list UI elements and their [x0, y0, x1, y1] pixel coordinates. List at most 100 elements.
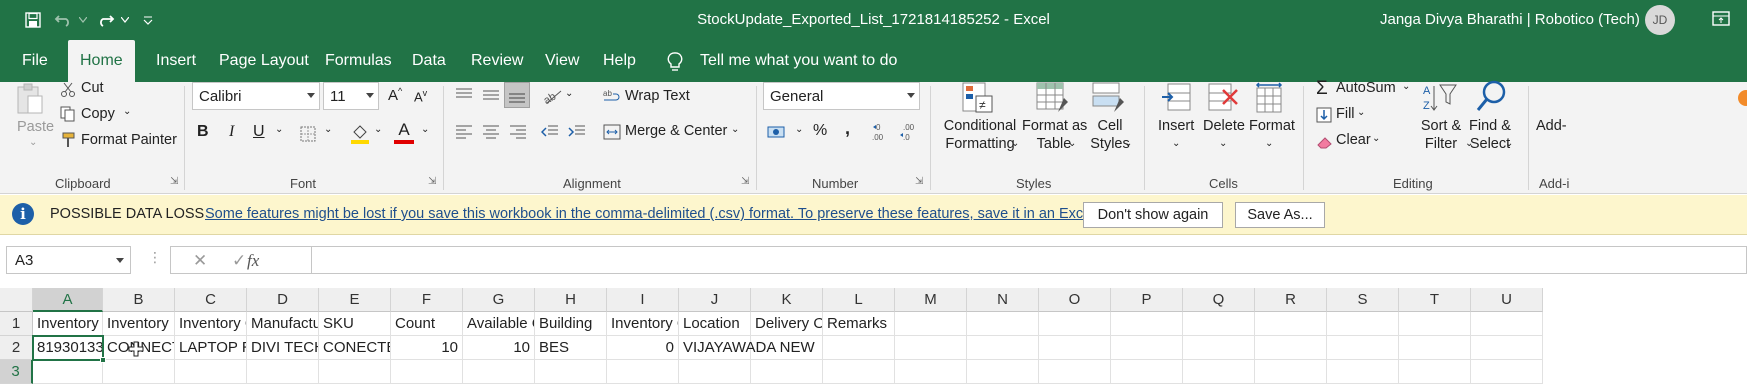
paste-button[interactable]: Paste — [17, 119, 54, 135]
cell-d3[interactable] — [247, 360, 319, 384]
cell-c1[interactable]: Inventory C — [175, 312, 247, 336]
format-as-table-dropdown-icon[interactable]: ⌄ — [1068, 138, 1076, 149]
decrease-decimal-icon[interactable]: .00.0 — [899, 122, 919, 142]
align-top-icon[interactable] — [455, 88, 473, 102]
save-as-button[interactable]: Save As... — [1235, 202, 1325, 228]
cell-q1[interactable] — [1183, 312, 1255, 336]
orientation-icon[interactable]: ab — [543, 87, 563, 105]
cell-a1[interactable]: Inventory — [33, 312, 103, 336]
message-text-link[interactable]: Some features might be lost if you save … — [205, 206, 1166, 222]
cell-t2[interactable] — [1399, 336, 1471, 360]
tab-file[interactable]: File — [22, 40, 48, 82]
align-bottom-button[interactable] — [504, 82, 530, 108]
cell-b3[interactable] — [103, 360, 175, 384]
column-header-a[interactable]: A — [33, 288, 103, 312]
insert-cells-dropdown-icon[interactable]: ⌄ — [1172, 138, 1180, 149]
column-header-o[interactable]: O — [1039, 288, 1111, 312]
fill-dropdown-icon[interactable]: ⌄ — [1357, 107, 1365, 118]
cell-j2[interactable]: VIJAYAWADA NEW — [679, 336, 815, 360]
font-name-select[interactable]: Calibri — [192, 82, 320, 110]
format-cells-button[interactable]: Format — [1249, 118, 1295, 134]
formula-bar-resize-handle[interactable]: ⋮ — [148, 249, 162, 266]
percent-style-button[interactable]: % — [813, 122, 827, 140]
font-color-dropdown-icon[interactable]: ⌄ — [421, 124, 429, 135]
cell-f2[interactable]: 10 — [391, 336, 463, 360]
format-cells-icon[interactable] — [1253, 82, 1285, 114]
cell-i2[interactable]: 0 — [607, 336, 679, 360]
row-header-1[interactable]: 1 — [0, 312, 33, 336]
dont-show-again-button[interactable]: Don't show again — [1083, 202, 1223, 228]
conditional-formatting-button[interactable]: Conditional Formatting — [942, 118, 1018, 152]
delete-cells-icon[interactable] — [1207, 82, 1239, 114]
borders-icon[interactable] — [300, 126, 316, 142]
row-header-3[interactable]: 3 — [0, 360, 33, 384]
copy-dropdown-icon[interactable]: ⌄ — [123, 106, 131, 117]
user-name[interactable]: Janga Divya Bharathi | Robotico (Tech) — [1380, 11, 1640, 28]
cell-s2[interactable] — [1327, 336, 1399, 360]
column-header-m[interactable]: M — [895, 288, 967, 312]
comma-style-button[interactable]: , — [845, 118, 850, 139]
autosum-dropdown-icon[interactable]: ⌄ — [1402, 81, 1410, 92]
column-header-g[interactable]: G — [463, 288, 535, 312]
find-select-dropdown-icon[interactable]: ⌄ — [1505, 138, 1513, 149]
align-center-icon[interactable] — [482, 125, 500, 139]
accounting-format-icon[interactable] — [767, 124, 787, 140]
cell-styles-icon[interactable] — [1092, 82, 1126, 114]
name-box[interactable]: A3 — [6, 246, 131, 274]
align-right-icon[interactable] — [509, 125, 527, 139]
cell-j3[interactable] — [679, 360, 751, 384]
column-header-r[interactable]: R — [1255, 288, 1327, 312]
copy-button[interactable]: Copy — [81, 106, 115, 122]
insert-cells-icon[interactable] — [1160, 82, 1192, 114]
cell-s1[interactable] — [1327, 312, 1399, 336]
wrap-text-button[interactable]: Wrap Text — [625, 88, 690, 104]
delete-cells-button[interactable]: Delete — [1203, 118, 1245, 134]
wrap-text-icon[interactable]: ab — [603, 88, 621, 104]
accounting-dropdown-icon[interactable]: ⌄ — [795, 124, 803, 135]
column-header-j[interactable]: J — [679, 288, 751, 312]
font-color-icon[interactable]: A — [394, 120, 414, 144]
cell-m3[interactable] — [895, 360, 967, 384]
column-header-u[interactable]: U — [1471, 288, 1543, 312]
column-header-c[interactable]: C — [175, 288, 247, 312]
format-as-table-icon[interactable] — [1036, 82, 1070, 114]
cell-m1[interactable] — [895, 312, 967, 336]
cell-o2[interactable] — [1039, 336, 1111, 360]
avatar[interactable]: JD — [1645, 5, 1675, 35]
cell-h2[interactable]: BES — [535, 336, 607, 360]
paste-dropdown-icon[interactable]: ⌄ — [29, 137, 37, 148]
tab-insert[interactable]: Insert — [156, 40, 196, 82]
cell-c2[interactable]: LAPTOP RE — [175, 336, 247, 360]
magnifier-icon[interactable] — [1475, 80, 1507, 114]
formula-input[interactable] — [311, 246, 1747, 274]
underline-button[interactable]: U — [253, 123, 265, 141]
tab-formulas[interactable]: Formulas — [325, 40, 392, 82]
cell-r1[interactable] — [1255, 312, 1327, 336]
cell-r2[interactable] — [1255, 336, 1327, 360]
tab-home[interactable]: Home — [68, 40, 135, 82]
cancel-icon[interactable]: ✕ — [193, 251, 207, 271]
tell-me-search[interactable]: Tell me what you want to do — [700, 40, 897, 82]
cell-l1[interactable]: Remarks — [823, 312, 895, 336]
underline-dropdown-icon[interactable]: ⌄ — [275, 124, 283, 135]
column-header-q[interactable]: Q — [1183, 288, 1255, 312]
cell-d2[interactable]: DIVI TECH — [247, 336, 319, 360]
increase-font-size-icon[interactable]: A^ — [388, 86, 402, 104]
align-middle-icon[interactable] — [482, 88, 500, 102]
fill-handle[interactable] — [100, 357, 106, 363]
clear-dropdown-icon[interactable]: ⌄ — [1372, 133, 1380, 144]
decrease-font-size-icon[interactable]: Av — [414, 88, 427, 104]
clipboard-launcher-icon[interactable]: ⇲ — [170, 176, 178, 187]
cell-p1[interactable] — [1111, 312, 1183, 336]
cell-n3[interactable] — [967, 360, 1039, 384]
cell-o3[interactable] — [1039, 360, 1111, 384]
fill-color-dropdown-icon[interactable]: ⌄ — [374, 124, 382, 135]
conditional-formatting-dropdown-icon[interactable]: ⌄ — [1011, 138, 1019, 149]
merge-center-icon[interactable] — [603, 124, 621, 140]
column-header-p[interactable]: P — [1111, 288, 1183, 312]
insert-function-icon[interactable]: fx — [247, 251, 259, 271]
cell-q2[interactable] — [1183, 336, 1255, 360]
column-header-s[interactable]: S — [1327, 288, 1399, 312]
cell-t1[interactable] — [1399, 312, 1471, 336]
cell-g1[interactable]: Available C — [463, 312, 535, 336]
